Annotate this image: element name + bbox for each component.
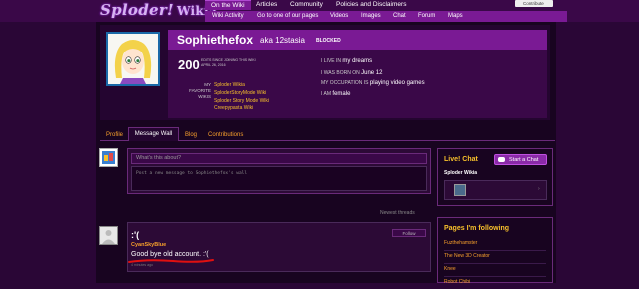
logo-text: Sploder! — [100, 1, 174, 19]
info-gender: I AM female — [321, 91, 350, 97]
info-value: playing video games — [369, 80, 425, 86]
thread-timestamp[interactable]: 4 minutes ago — [131, 263, 153, 267]
nav-images[interactable]: Images — [361, 11, 381, 22]
following-link[interactable]: Knee — [444, 266, 546, 277]
nav-videos[interactable]: Videos — [330, 11, 348, 22]
tab-articles[interactable]: Articles — [250, 0, 283, 10]
chat-title: Live! Chat — [444, 156, 478, 163]
nav-forum[interactable]: Forum — [418, 11, 435, 22]
info-label: I LIVE IN — [321, 58, 342, 64]
thread-author-avatar[interactable] — [99, 226, 118, 245]
avatar[interactable] — [108, 34, 158, 84]
edit-date-label: APRIL 26, 2016 — [201, 62, 226, 67]
status-badge: BLOCKED — [316, 38, 341, 44]
following-link[interactable]: Fuzthehamster — [444, 240, 546, 251]
nav-wiki-activity[interactable]: Wiki Activity — [212, 11, 244, 22]
following-link[interactable]: The New 3D Creator — [444, 253, 546, 264]
tab-on-the-wiki[interactable]: On the Wiki — [205, 0, 251, 10]
thread-body: Good bye old account. :'( — [131, 251, 209, 258]
contribute-label: Contribute — [523, 1, 544, 6]
edit-count[interactable]: 200 — [178, 57, 200, 72]
current-user-avatar — [99, 148, 118, 167]
tab-message-wall[interactable]: Message Wall — [128, 127, 179, 141]
favorite-wiki-link[interactable]: SploderStoryMode Wiki — [214, 90, 266, 96]
sort-threads[interactable]: Newest threads — [380, 210, 415, 216]
favorite-wiki-link[interactable]: Sploder Story Mode Wiki — [214, 98, 269, 104]
favorite-wiki-link[interactable]: Creepypasta Wiki — [214, 105, 253, 111]
thread-author[interactable]: CyanSkyBlue — [131, 242, 166, 248]
info-value: my dreams — [342, 58, 373, 64]
info-label: I AM — [321, 91, 332, 97]
thread-title[interactable]: :'( — [131, 230, 139, 240]
alias: aka 12stasia — [260, 36, 305, 45]
following-title: Pages I'm following — [444, 225, 510, 232]
info-occupation: MY OCCUPATION IS playing video games — [321, 80, 425, 86]
username: Sophiethefox — [177, 33, 254, 47]
edit-count-label: EDITS SINCE JOINING THIS WIKI APRIL 26, 2… — [201, 58, 256, 67]
info-label: MY OCCUPATION IS — [321, 80, 369, 86]
info-value: female — [332, 91, 351, 97]
nav-chat[interactable]: Chat — [393, 11, 406, 22]
chat-wiki-name: Sploder Wikia — [444, 170, 478, 176]
edit-since-label: EDITS SINCE JOINING THIS WIKI — [201, 58, 256, 62]
info-label: I WAS BORN ON — [321, 70, 360, 76]
info-value: June 12 — [361, 70, 383, 76]
chat-user-avatar[interactable] — [454, 184, 466, 196]
tab-community[interactable]: Community — [284, 0, 329, 10]
nav-go-to-pages[interactable]: Go to one of our pages — [257, 11, 318, 22]
wiki-logo[interactable]: Sploder! Wikia — [100, 1, 217, 21]
message-input[interactable]: Post a new message to Sophiethefox's wal… — [131, 166, 427, 191]
tab-policies[interactable]: Policies and Disclaimers — [330, 0, 412, 10]
thread-title-input[interactable]: What's this about? — [131, 153, 427, 164]
following-link[interactable]: Robot Chibi — [444, 279, 546, 289]
tab-profile[interactable]: Profile — [106, 129, 123, 141]
chevron-right-icon[interactable]: › — [538, 186, 540, 192]
nav-maps[interactable]: Maps — [448, 11, 463, 22]
info-location: I LIVE IN my dreams — [321, 58, 372, 64]
info-birthday: I WAS BORN ON June 12 — [321, 70, 382, 76]
tab-contributions[interactable]: Contributions — [208, 129, 243, 141]
tab-blog[interactable]: Blog — [185, 129, 197, 141]
favorite-wiki-link[interactable]: Sploder Wikia — [214, 82, 245, 88]
chat-bubble-icon — [498, 157, 505, 162]
contribute-button[interactable]: Contribute — [515, 0, 553, 7]
start-chat-label: Start a Chat — [509, 157, 539, 163]
favorite-wikis-label: MY FAVORITE WIKIS — [189, 82, 211, 99]
follow-button[interactable]: Follow — [392, 229, 426, 237]
